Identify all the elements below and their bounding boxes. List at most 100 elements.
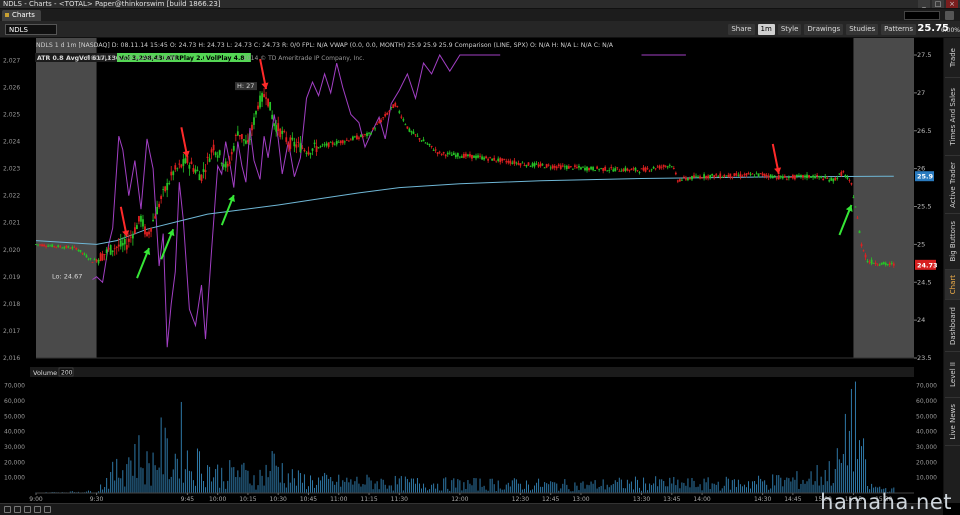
maximize-icon[interactable]: □ xyxy=(932,0,944,8)
settings-icon[interactable] xyxy=(945,11,954,20)
zoom-in-icon[interactable] xyxy=(14,506,21,513)
candle-body xyxy=(380,120,383,122)
price-chart[interactable]: NDLS 1 d 1m [NASDAQ] D: 08.11.14 15:45 O… xyxy=(0,38,943,503)
expand-icon[interactable] xyxy=(44,506,51,513)
patterns-button[interactable]: Patterns xyxy=(881,24,916,35)
candle-body xyxy=(616,167,619,169)
percent-change: 0.00% xyxy=(940,27,960,34)
side-tab-label: Trade xyxy=(948,47,957,68)
side-tab-live-news[interactable]: Live News xyxy=(945,398,960,446)
candle-body xyxy=(323,144,326,146)
candle-body xyxy=(467,154,469,156)
minimize-icon[interactable]: _ xyxy=(918,0,930,8)
candle-body xyxy=(858,230,861,234)
candle-body xyxy=(547,164,550,166)
tab-charts[interactable]: Charts xyxy=(2,10,41,21)
side-tab-trade[interactable]: Trade xyxy=(945,38,960,78)
status-bar xyxy=(0,503,943,515)
candle-body xyxy=(267,98,270,107)
candle-body xyxy=(220,163,223,165)
candle-body xyxy=(89,258,92,260)
candle-body xyxy=(103,254,106,255)
candle-body xyxy=(749,173,752,175)
candle-body xyxy=(77,250,80,251)
side-tab-chart[interactable]: Chart xyxy=(945,270,960,300)
price-tick-label: 25 xyxy=(917,240,925,248)
pan-icon[interactable] xyxy=(24,506,31,513)
candle-body xyxy=(299,143,302,153)
candle-body xyxy=(553,166,556,168)
candle-body xyxy=(501,158,504,161)
candle-body xyxy=(804,175,806,178)
candle-body xyxy=(563,166,566,168)
comparison-tick-label: 2,019 xyxy=(3,274,20,281)
candle-body xyxy=(339,140,342,144)
crosshair-icon[interactable] xyxy=(34,506,41,513)
candle-body xyxy=(469,154,471,157)
candle-body xyxy=(426,143,429,145)
volume-tick-right: 70,000 xyxy=(916,383,937,390)
candle-body xyxy=(721,177,724,178)
candle-body xyxy=(806,174,808,179)
candle-body xyxy=(707,175,710,179)
candle-body xyxy=(442,152,445,154)
side-tab-dashboard[interactable]: Dashboard xyxy=(945,300,960,352)
studies-button[interactable]: Studies xyxy=(846,24,879,35)
candle-body xyxy=(878,264,881,266)
chart-area[interactable]: NDLS 1 d 1m [NASDAQ] D: 08.11.14 15:45 O… xyxy=(0,38,943,515)
candle-body xyxy=(529,166,532,168)
symbol-input[interactable] xyxy=(5,24,57,35)
candle-body xyxy=(71,246,74,249)
candle-body xyxy=(794,175,796,180)
candle-body xyxy=(75,247,78,250)
candle-body xyxy=(814,176,816,179)
candle-body xyxy=(642,167,645,171)
study-badge-atr: ATR 0.88 xyxy=(37,55,68,62)
price-tick-label: 23.5 xyxy=(917,354,931,362)
candle-body xyxy=(489,156,492,158)
candle-body xyxy=(51,244,54,247)
candle-body xyxy=(333,144,336,146)
comparison-tick-label: 2,024 xyxy=(3,139,20,146)
candle-body xyxy=(269,101,272,111)
candle-body xyxy=(656,166,659,168)
candle-body xyxy=(291,137,294,140)
candle-body xyxy=(136,225,138,230)
candle-body xyxy=(354,136,356,138)
candle-body xyxy=(636,170,639,172)
candle-body xyxy=(511,162,514,164)
candle-body xyxy=(680,179,683,181)
candle-body xyxy=(67,246,70,248)
side-tab-level-ii[interactable]: Level II xyxy=(945,352,960,398)
side-tab-active-trader[interactable]: Active Trader xyxy=(945,156,960,214)
zoom-out-icon[interactable] xyxy=(4,506,11,513)
candle-body xyxy=(802,175,804,178)
candle-body xyxy=(329,141,332,143)
side-tab-big-buttons[interactable]: Big Buttons xyxy=(945,214,960,270)
candle-body xyxy=(287,143,290,146)
style-button[interactable]: Style xyxy=(777,24,802,35)
time-tick-label: 11:15 xyxy=(360,496,377,503)
candle-body xyxy=(868,261,871,263)
time-tick-label: 14:45 xyxy=(784,496,801,503)
timeframe-button[interactable]: 1m xyxy=(757,24,775,35)
candle-body xyxy=(360,134,362,137)
candle-body xyxy=(644,167,647,172)
candle-body xyxy=(176,168,179,170)
candle-body xyxy=(525,164,528,167)
candle-body xyxy=(273,123,276,127)
price-tick-label: 27.5 xyxy=(917,51,931,59)
candle-body xyxy=(450,154,453,156)
tab-bar: Charts xyxy=(0,9,960,21)
close-icon[interactable]: × xyxy=(946,0,958,8)
candle-body xyxy=(709,174,712,179)
candle-body xyxy=(693,175,695,178)
candle-body xyxy=(586,166,588,171)
side-tab-times-and-sales[interactable]: Times And Sales xyxy=(945,78,960,156)
candle-body xyxy=(174,165,177,170)
comparison-tick-label: 2,027 xyxy=(3,57,20,64)
share-button[interactable]: Share xyxy=(728,24,755,35)
comparison-tick-label: 2,017 xyxy=(3,328,20,335)
candle-body xyxy=(458,156,461,158)
drawings-button[interactable]: Drawings xyxy=(804,24,844,35)
